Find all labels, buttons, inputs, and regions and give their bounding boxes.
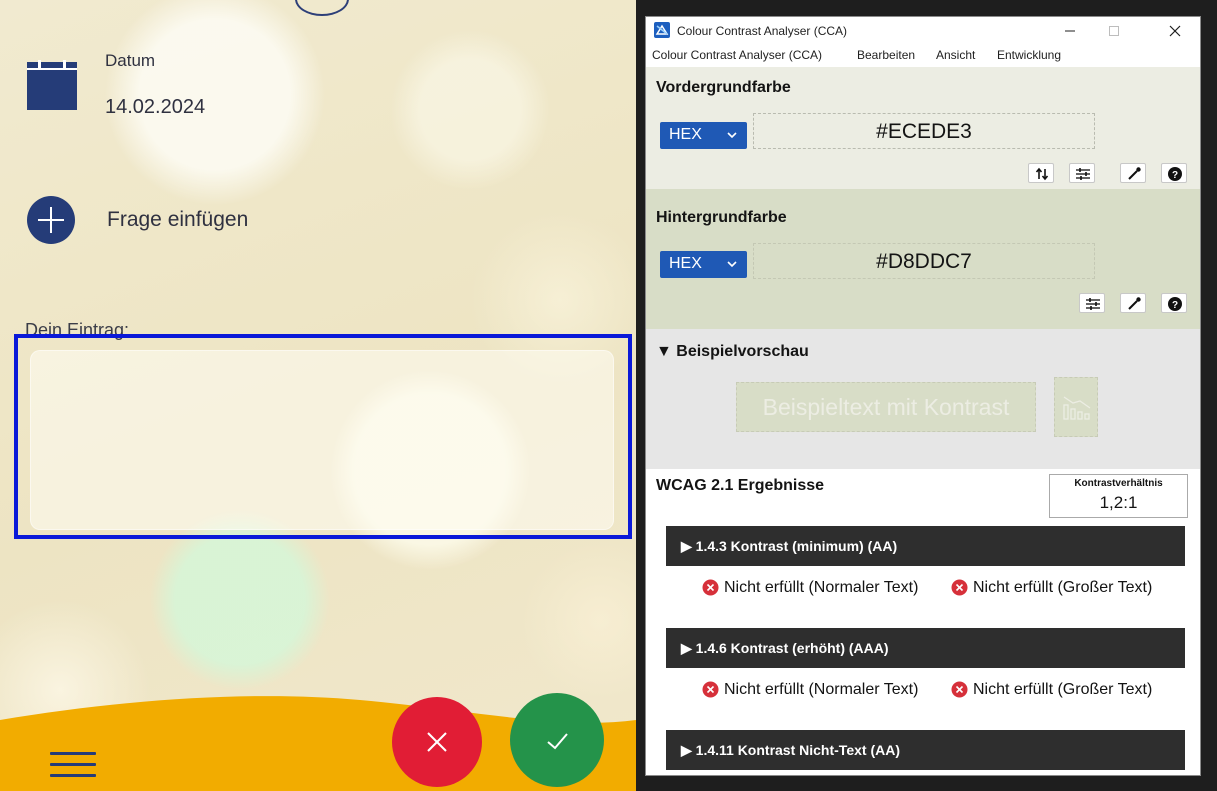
fail-icon [702,579,719,596]
contrast-ratio-label: Kontrastverhältnis [1074,478,1163,489]
cca-app-icon [654,22,670,38]
sliders-icon [1086,298,1100,310]
criterion-label: ▶ 1.4.3 Kontrast (minimum) (AA) [681,538,898,554]
date-value[interactable]: 14.02.2024 [105,96,205,119]
preview-sample-text: Beispieltext mit Kontrast [736,382,1036,432]
close-icon [427,732,447,752]
help-icon: ? [1168,297,1182,311]
add-question-button[interactable] [27,196,75,244]
foreground-format-select[interactable]: HEX [660,122,747,149]
menu-icon[interactable] [50,752,96,778]
foreground-section: Vordergrundfarbe HEX #ECEDE3 ? [646,67,1200,189]
criterion-label: ▶ 1.4.11 Kontrast Nicht-Text (AA) [681,742,900,758]
chevron-down-icon [727,132,737,139]
eyedropper-icon [1128,167,1141,180]
help-icon: ? [1168,167,1182,181]
background-hex-input[interactable]: #D8DDC7 [753,243,1095,279]
title-bar[interactable]: Colour Contrast Analyser (CCA) [646,17,1200,45]
background-sliders-button[interactable] [1079,293,1105,313]
svg-text:?: ? [1172,300,1178,311]
wcag-results-section: WCAG 2.1 Ergebnisse Kontrastverhältnis 1… [646,469,1200,775]
swap-icon [1035,167,1049,181]
chart-icon [1054,377,1098,437]
foreground-title: Vordergrundfarbe [656,79,791,96]
criterion-1-4-3[interactable]: ▶ 1.4.3 Kontrast (minimum) (AA) [666,526,1185,566]
menu-item-cca[interactable]: Colour Contrast Analyser (CCA) [652,48,822,62]
contrast-ratio-box: Kontrastverhältnis 1,2:1 [1049,474,1188,518]
criterion-1-4-11[interactable]: ▶ 1.4.11 Kontrast Nicht-Text (AA) [666,730,1185,770]
add-question-label[interactable]: Frage einfügen [107,208,248,232]
foreground-eyedropper-button[interactable] [1120,163,1146,183]
menu-item-ansicht[interactable]: Ansicht [936,48,975,62]
criterion-label: ▶ 1.4.6 Kontrast (erhöht) (AAA) [681,640,889,656]
foreground-format-value: HEX [669,126,702,143]
plus-icon [38,207,64,233]
background-format-value: HEX [669,255,702,272]
background-eyedropper-button[interactable] [1120,293,1146,313]
contrast-ratio-value: 1,2:1 [1099,493,1138,512]
background-section: Hintergrundfarbe HEX #D8DDC7 ? [646,189,1200,329]
check-icon [547,733,568,750]
menu-item-entwicklung[interactable]: Entwicklung [997,48,1061,62]
minimize-button[interactable] [1050,17,1090,45]
top-handle [295,0,349,16]
window-close-button[interactable] [1155,17,1195,45]
fail-icon [951,681,968,698]
window-title: Colour Contrast Analyser (CCA) [677,24,848,38]
background-format-select[interactable]: HEX [660,251,747,278]
swap-colors-button[interactable] [1028,163,1054,183]
date-label: Datum [105,51,156,70]
diary-app: Datum 14.02.2024 Frage einfügen Dein Ein… [0,0,636,791]
result-normal-text: Nicht erfüllt (Normaler Text) [702,579,922,596]
background-help-button[interactable]: ? [1161,293,1187,313]
maximize-button[interactable] [1094,17,1134,45]
foreground-sliders-button[interactable] [1069,163,1095,183]
result-normal-text: Nicht erfüllt (Normaler Text) [702,681,922,698]
fail-icon [702,681,719,698]
confirm-button[interactable] [510,693,604,787]
preview-section: ▼ Beispielvorschau Beispieltext mit Kont… [646,329,1200,469]
criterion-1-4-6[interactable]: ▶ 1.4.6 Kontrast (erhöht) (AAA) [666,628,1185,668]
focus-highlight-frame [14,334,632,539]
svg-text:?: ? [1172,170,1178,181]
foreground-hex-input[interactable]: #ECEDE3 [753,113,1095,149]
sliders-icon [1076,168,1090,180]
result-large-text: Nicht erfüllt (Großer Text) [951,681,1200,698]
cca-window: Colour Contrast Analyser (CCA) Colour Co… [645,16,1201,776]
chevron-down-icon [727,261,737,268]
preview-toggle[interactable]: ▼ Beispielvorschau [656,343,809,361]
background-title: Hintergrundfarbe [656,209,787,226]
calendar-icon [27,60,77,110]
result-large-text: Nicht erfüllt (Großer Text) [951,579,1200,596]
cancel-button[interactable] [392,697,482,787]
foreground-help-button[interactable]: ? [1161,163,1187,183]
eyedropper-icon [1128,297,1141,310]
wcag-title: WCAG 2.1 Ergebnisse [656,477,825,494]
menu-bar: Colour Contrast Analyser (CCA) Bearbeite… [646,45,1200,65]
fail-icon [951,579,968,596]
menu-item-bearbeiten[interactable]: Bearbeiten [857,48,915,62]
